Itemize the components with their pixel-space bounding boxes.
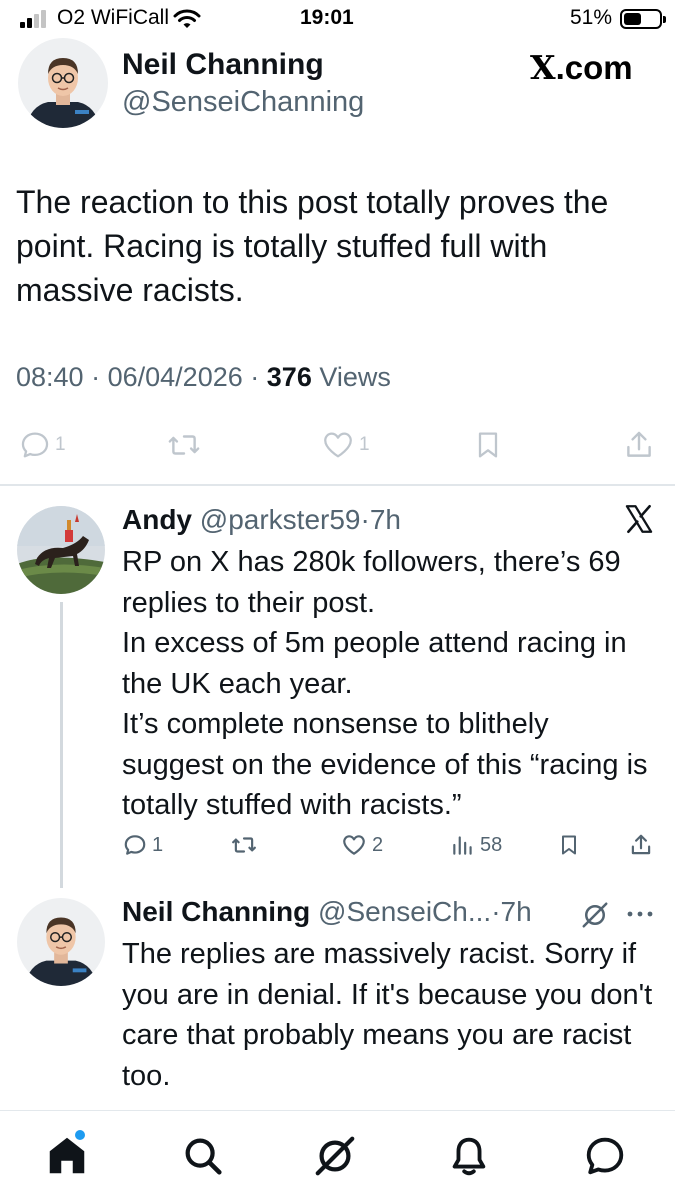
thread-connector [60, 602, 63, 888]
repost-icon [232, 837, 256, 853]
search-icon [185, 1138, 222, 1175]
x-logo-icon [625, 504, 653, 534]
author-name[interactable]: Neil Channing [122, 48, 324, 82]
repost-button[interactable] [166, 428, 202, 462]
reply-button[interactable]: 1 [18, 428, 66, 462]
divider [0, 484, 675, 486]
reply-avatar[interactable] [17, 506, 105, 594]
grok-icon [315, 1136, 355, 1176]
notifications-icon [452, 1137, 486, 1176]
repost-button[interactable] [230, 832, 258, 858]
site-label-text: .com [555, 49, 633, 86]
author-handle[interactable]: @SenseiChanning [122, 86, 364, 119]
author-avatar[interactable] [18, 38, 108, 128]
reply-text: RP on X has 280k followers, there’s 69 r… [122, 546, 648, 821]
status-bar: O2 WiFiCall 19:01 51% [0, 0, 675, 40]
reply-button[interactable]: 1 [122, 832, 163, 858]
share-button[interactable] [628, 832, 654, 858]
bottom-nav-divider [0, 1110, 675, 1111]
share-icon [631, 834, 651, 855]
like-button[interactable]: 1 [320, 428, 370, 462]
views-label: Views [319, 362, 391, 392]
wifi-icon [173, 9, 201, 28]
like-button[interactable]: 2 [340, 832, 383, 858]
post-date: 06/04/2026 [107, 362, 243, 392]
x-logo-icon: X [530, 48, 556, 87]
home-icon [49, 1137, 85, 1174]
repost-icon [168, 435, 200, 455]
battery-percentage: 51% [570, 6, 613, 29]
home-unread-dot [75, 1130, 85, 1140]
bookmark-button[interactable] [472, 428, 504, 462]
status-time: 19:01 [300, 6, 354, 29]
reply-text: The replies are massively racist. Sorry … [122, 938, 653, 1092]
post-meta: 08:40 · 06/04/2026 · 376 Views [16, 362, 391, 393]
reply-header: Andy @parkster59·7h [122, 504, 401, 536]
reply-avatar[interactable] [17, 898, 105, 986]
bookmark-icon [562, 835, 576, 855]
nav-home[interactable] [44, 1133, 90, 1179]
post-time: 08:40 [16, 362, 84, 392]
signal-strength-icon [20, 10, 48, 28]
views-button[interactable]: 58 [450, 832, 502, 858]
views-count: 376 [266, 362, 312, 392]
battery-icon [620, 9, 666, 29]
nav-grok[interactable] [312, 1133, 358, 1179]
reply-count: 1 [55, 434, 66, 455]
reply-author-name[interactable]: Neil Channing [122, 896, 310, 927]
messages-icon [586, 1137, 624, 1175]
heart-icon [343, 835, 365, 855]
reply-author-name[interactable]: Andy [122, 504, 192, 535]
site-label: X.com [530, 48, 633, 87]
more-options-icon[interactable] [624, 904, 656, 924]
reply-age: 7h [500, 896, 532, 927]
nav-notifications[interactable] [446, 1133, 492, 1179]
heart-icon [324, 432, 352, 458]
views-count: 58 [480, 833, 503, 856]
bookmark-icon [478, 432, 498, 458]
reply-author-handle[interactable]: @SenseiCh... [318, 896, 491, 927]
share-button[interactable] [622, 428, 656, 462]
bookmark-button[interactable] [557, 832, 581, 858]
like-count: 1 [359, 434, 370, 455]
meta-separator: · [360, 504, 370, 535]
reply-count: 1 [152, 833, 164, 856]
comment-icon [124, 835, 146, 855]
meta-separator: · [91, 362, 101, 392]
comment-icon [21, 432, 49, 458]
like-count: 2 [372, 833, 384, 856]
post-text: The reaction to this post totally proves… [16, 184, 609, 308]
analytics-icon [453, 836, 472, 855]
carrier-name: O2 WiFiCall [57, 6, 170, 29]
share-icon [627, 431, 651, 457]
nav-messages[interactable] [582, 1133, 628, 1179]
reply-age: 7h [369, 504, 401, 535]
reply-author-handle[interactable]: @parkster59 [200, 504, 361, 535]
nav-search[interactable] [180, 1133, 226, 1179]
grok-icon [582, 902, 608, 928]
reply-header: Neil Channing @SenseiCh...·7h [122, 896, 532, 928]
meta-separator: · [491, 896, 501, 927]
meta-separator: · [250, 362, 260, 392]
